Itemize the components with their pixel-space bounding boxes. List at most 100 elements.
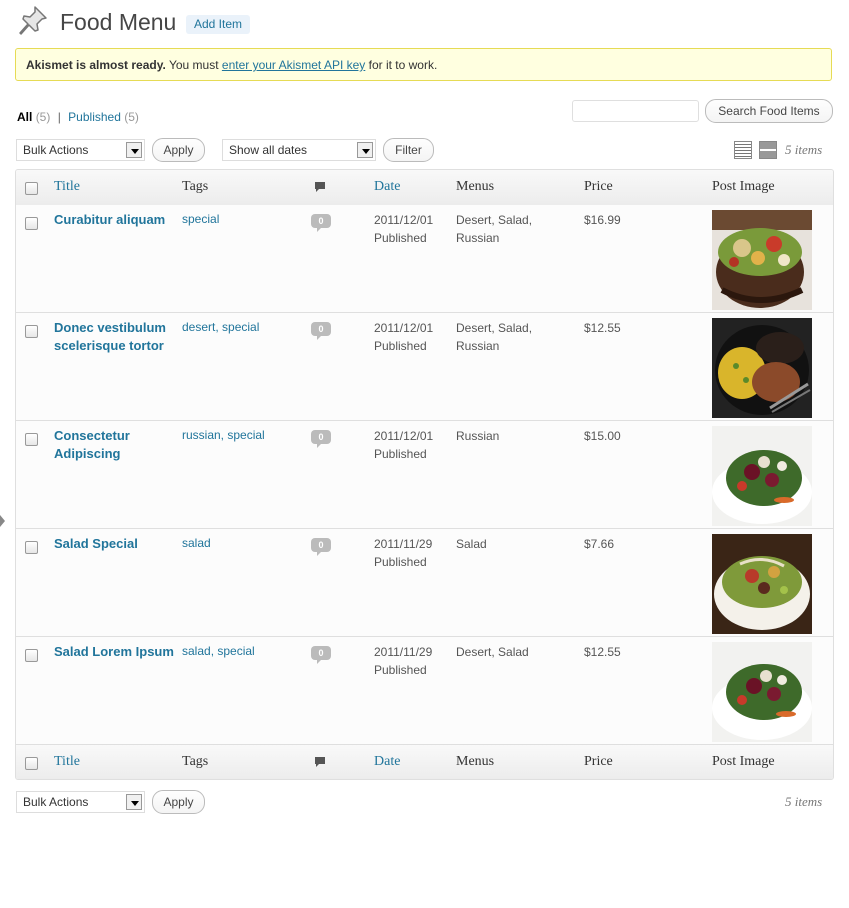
excerpt-view-icon[interactable]	[759, 141, 777, 159]
food-photo-beet-salad	[712, 642, 812, 742]
item-title-link[interactable]: Consectetur Adipiscing	[54, 427, 179, 463]
item-date: 2011/11/29 Published	[374, 535, 432, 571]
row-checkbox[interactable]	[25, 649, 38, 662]
table-row: Consectetur Adipiscing russian, special …	[16, 421, 833, 529]
item-price: $12.55	[584, 321, 621, 335]
column-title[interactable]: Title	[54, 179, 80, 195]
item-price: $16.99	[584, 213, 621, 227]
view-published-link[interactable]: Published	[68, 110, 121, 124]
table-row: Curabitur aliquam special 0 2011/12/01 Pu…	[16, 205, 833, 313]
item-tags[interactable]: salad	[182, 536, 211, 551]
table-footer: Title Tags Date Menus Price Post Image	[16, 744, 833, 779]
item-date-value: 2011/12/01	[374, 321, 434, 335]
column-date[interactable]: Date	[374, 179, 400, 195]
row-checkbox[interactable]	[25, 433, 38, 446]
column-price: Price	[584, 179, 613, 194]
view-all-count: (5)	[35, 110, 51, 124]
comment-count-bubble[interactable]: 0	[311, 430, 331, 448]
food-photo-mixed-salad-bowl	[712, 210, 812, 310]
status-filter-links: All (5) | Published (5)	[17, 110, 139, 125]
apply-button[interactable]: Apply	[152, 138, 205, 162]
notice-bold-text: Akismet is almost ready.	[26, 58, 166, 72]
row-checkbox[interactable]	[25, 325, 38, 338]
table-row: Donec vestibulum scelerisque tortor dese…	[16, 313, 833, 421]
comment-count-bubble[interactable]: 0	[311, 214, 331, 232]
item-price: $15.00	[584, 429, 621, 443]
item-tags[interactable]: russian, special	[182, 428, 265, 443]
akismet-api-key-link[interactable]: enter your Akismet API key	[222, 58, 365, 72]
item-status: Published	[374, 447, 427, 461]
bulk-actions-value: Bulk Actions	[23, 795, 89, 809]
column-menus-footer: Menus	[456, 754, 495, 769]
column-tags-footer: Tags	[182, 754, 209, 769]
select-all-checkbox-footer[interactable]	[25, 757, 38, 770]
row-checkbox[interactable]	[25, 541, 38, 554]
table-row: Salad Lorem Ipsum salad, special 0 2011/…	[16, 637, 833, 745]
item-tags[interactable]: salad, special	[182, 644, 255, 659]
column-price-footer: Price	[584, 754, 613, 769]
comment-count-bubble[interactable]: 0	[311, 322, 331, 340]
chevron-down-icon	[126, 142, 142, 158]
row-checkbox[interactable]	[25, 217, 38, 230]
search-input[interactable]	[572, 100, 699, 122]
comment-count-bubble[interactable]: 0	[311, 646, 331, 664]
comment-icon[interactable]	[314, 181, 326, 193]
page-title: Food Menu	[60, 9, 177, 35]
item-tags[interactable]: special	[182, 212, 219, 227]
food-photo-rice-beans-meat-plate	[712, 318, 812, 418]
filter-button[interactable]: Filter	[383, 138, 434, 162]
item-date-value: 2011/12/01	[374, 213, 434, 227]
column-date-footer[interactable]: Date	[374, 754, 400, 770]
notice-text-end: for it to work.	[365, 58, 438, 72]
column-post-image-footer: Post Image	[712, 754, 775, 769]
bulk-actions-value: Bulk Actions	[23, 143, 89, 157]
apply-button-bottom[interactable]: Apply	[152, 790, 205, 814]
item-price: $7.66	[584, 537, 615, 551]
item-title-link[interactable]: Salad Special	[54, 535, 179, 553]
item-menus: Desert, Salad, Russian	[456, 213, 533, 245]
item-date-value: 2011/12/01	[374, 429, 434, 443]
item-tags[interactable]: desert, special	[182, 320, 259, 335]
item-status: Published	[374, 555, 427, 569]
item-title-link[interactable]: Donec vestibulum scelerisque tortor	[54, 319, 179, 355]
item-date: 2011/12/01 Published	[374, 211, 433, 247]
page-header: Food Menu Add Item	[16, 4, 836, 40]
chevron-down-icon	[126, 794, 142, 810]
notice-text: You must	[165, 58, 222, 72]
item-menus: Desert, Salad	[456, 645, 529, 659]
food-photo-green-salad-bowl	[712, 534, 812, 634]
collapse-arrow-icon[interactable]	[0, 515, 5, 527]
item-price: $12.55	[584, 645, 621, 659]
column-tags: Tags	[182, 179, 209, 194]
column-post-image: Post Image	[712, 179, 775, 194]
select-all-checkbox[interactable]	[25, 182, 38, 195]
column-title-footer[interactable]: Title	[54, 754, 80, 770]
add-item-button[interactable]: Add Item	[186, 15, 251, 34]
comment-count-bubble[interactable]: 0	[311, 538, 331, 556]
bulk-actions-select-bottom[interactable]: Bulk Actions	[16, 791, 145, 813]
list-view-icon[interactable]	[734, 141, 752, 159]
items-count-bottom: 5 items	[785, 794, 823, 809]
akismet-notice: Akismet is almost ready. You must enter …	[15, 48, 832, 81]
item-menus: Russian	[456, 429, 500, 443]
food-photo-beet-salad	[712, 426, 812, 526]
item-date-value: 2011/11/29	[374, 645, 433, 659]
column-menus: Menus	[456, 179, 495, 194]
food-items-table: Title Tags Date Menus Price Post Image C…	[15, 169, 834, 780]
table-row: Salad Special salad 0 2011/11/29 Publishe…	[16, 529, 833, 637]
comment-icon[interactable]	[314, 756, 326, 768]
bulk-actions-select[interactable]: Bulk Actions	[16, 139, 145, 161]
item-title-link[interactable]: Curabitur aliquam	[54, 211, 179, 229]
item-date: 2011/12/01 Published	[374, 319, 433, 355]
date-filter-select[interactable]: Show all dates	[222, 139, 376, 161]
item-status: Published	[374, 663, 427, 677]
search-food-items-button[interactable]: Search Food Items	[705, 99, 833, 123]
item-date-value: 2011/11/29	[374, 537, 433, 551]
date-filter-value: Show all dates	[229, 143, 308, 157]
view-separator: |	[57, 110, 61, 124]
items-count: 5 items	[785, 142, 823, 157]
chevron-down-icon	[357, 142, 373, 158]
view-all-link[interactable]: All	[17, 110, 32, 124]
table-header: Title Tags Date Menus Price Post Image	[16, 170, 833, 206]
item-title-link[interactable]: Salad Lorem Ipsum	[54, 643, 179, 661]
